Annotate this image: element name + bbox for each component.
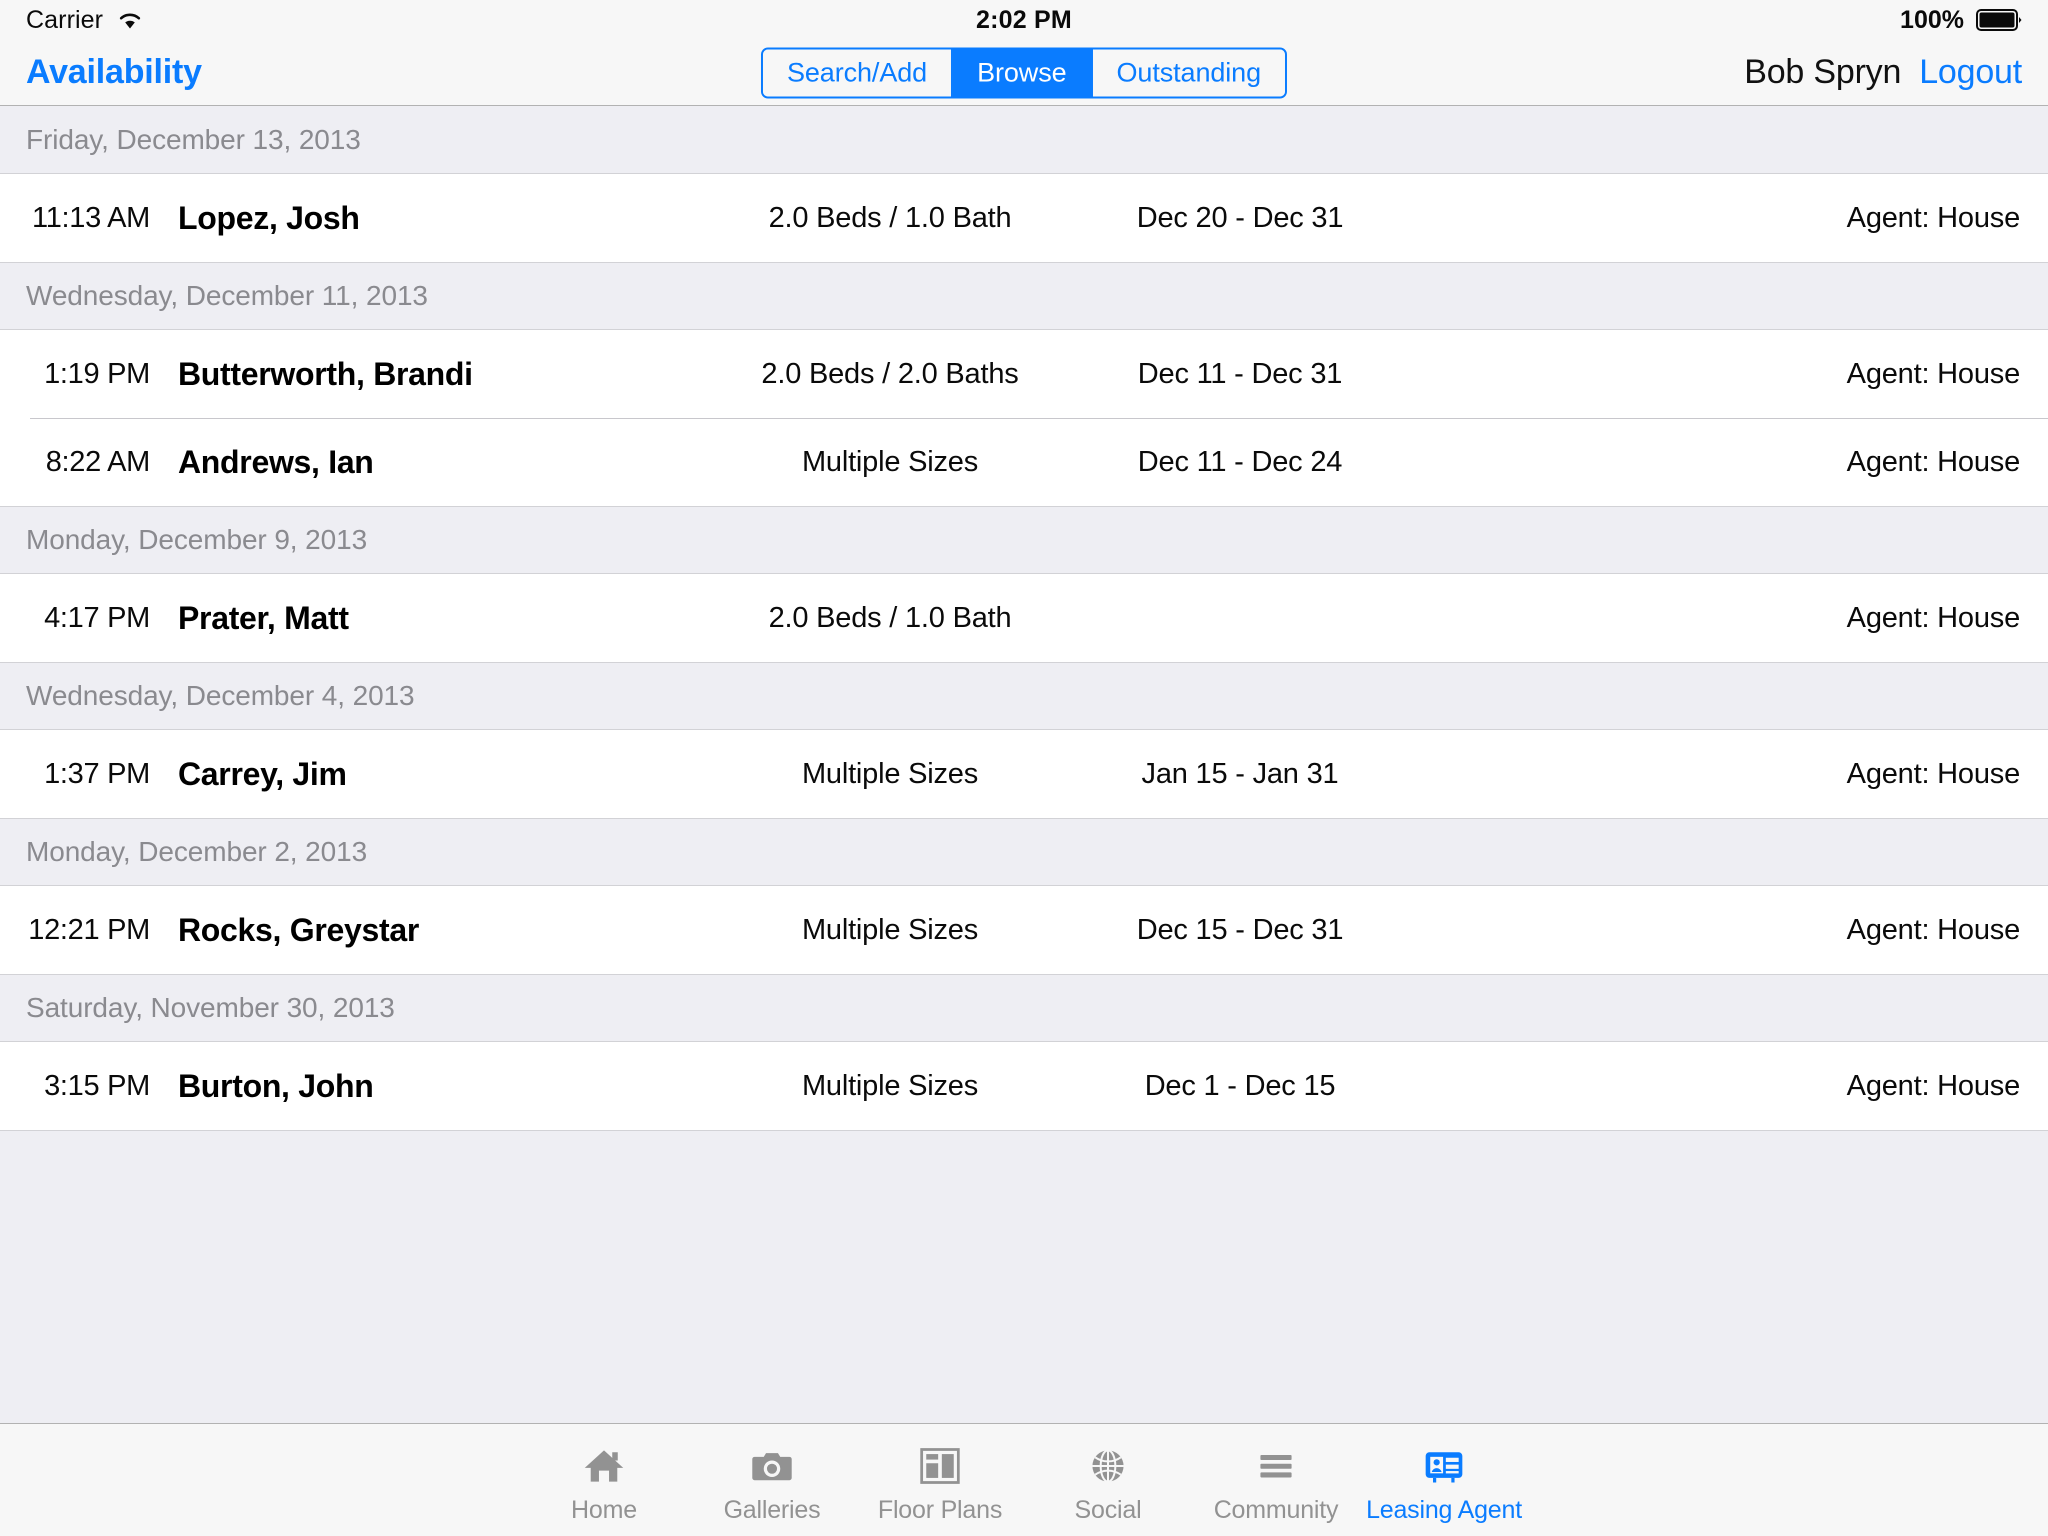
row-time: 3:15 PM <box>44 1069 150 1102</box>
table-row[interactable]: 12:21 PM Rocks, Greystar Multiple Sizes Dec… <box>0 886 2048 974</box>
section-date-label: Wednesday, December 11, 2013 <box>26 280 428 311</box>
tab-label: Floor Plans <box>877 1495 1003 1524</box>
navigation-bar: Availability Search/Add Browse Outstandi… <box>0 40 2048 106</box>
row-guest-name: Carrey, Jim <box>178 755 347 792</box>
tab-social[interactable]: Social <box>1024 1424 1192 1536</box>
list-section-header: Monday, December 2, 2013 <box>0 818 2048 886</box>
list-section-header: Saturday, November 30, 2013 <box>0 974 2048 1042</box>
view-mode-segmented-control[interactable]: Search/Add Browse Outstanding <box>760 47 1288 98</box>
row-agent: Agent: House <box>1846 913 2021 946</box>
status-bar-left: Carrier <box>26 6 144 35</box>
row-guest-name: Lopez, Josh <box>178 199 360 236</box>
wifi-icon <box>116 9 144 31</box>
row-unit-size: 2.0 Beds / 1.0 Bath <box>768 601 1012 634</box>
row-date-range: Jan 15 - Jan 31 <box>1141 757 1339 790</box>
row-guest-name: Burton, John <box>178 1067 374 1104</box>
list-section-rows: 1:19 PM Butterworth, Brandi 2.0 Beds / 2.0… <box>0 330 2048 506</box>
list-section-header: Wednesday, December 11, 2013 <box>0 262 2048 330</box>
status-bar: Carrier 2:02 PM 100% <box>0 0 2048 40</box>
row-time: 12:21 PM <box>28 913 150 946</box>
camera-icon <box>747 1442 797 1490</box>
row-time: 8:22 AM <box>45 445 151 478</box>
status-bar-right: 100% <box>1900 6 2022 35</box>
section-date-label: Monday, December 2, 2013 <box>26 836 368 867</box>
section-date-label: Monday, December 9, 2013 <box>26 524 368 555</box>
tab-label: Home <box>571 1495 637 1524</box>
tab-label: Social <box>1074 1495 1142 1524</box>
home-icon <box>579 1442 629 1490</box>
tab-label: Community <box>1213 1495 1339 1524</box>
list-section-rows: 12:21 PM Rocks, Greystar Multiple Sizes Dec… <box>0 886 2048 974</box>
row-time: 1:19 PM <box>44 357 150 390</box>
tab-leasing-agent[interactable]: Leasing Agent <box>1360 1424 1528 1536</box>
current-user-label: Bob Spryn <box>1744 53 1902 91</box>
row-unit-size: Multiple Sizes <box>801 913 979 946</box>
logout-button[interactable]: Logout <box>1919 53 2022 92</box>
row-date-range: Dec 11 - Dec 31 <box>1137 357 1343 390</box>
battery-full-icon <box>1976 8 2022 32</box>
tab-label: Galleries <box>723 1495 821 1524</box>
row-guest-name: Butterworth, Brandi <box>178 355 473 392</box>
row-unit-size: Multiple Sizes <box>801 445 979 478</box>
page-title: Availability <box>26 53 202 91</box>
app-root: Carrier 2:02 PM 100% Availability Search… <box>0 0 2048 1536</box>
list-section-header: Friday, December 13, 2013 <box>0 106 2048 174</box>
tab-community[interactable]: Community <box>1192 1424 1360 1536</box>
floor-plan-icon <box>915 1442 965 1490</box>
row-date-range: Dec 11 - Dec 24 <box>1137 445 1343 478</box>
row-unit-size: 2.0 Beds / 1.0 Bath <box>768 201 1012 234</box>
list-section-rows: 3:15 PM Burton, John Multiple Sizes Dec 1 -… <box>0 1042 2048 1130</box>
row-guest-name: Rocks, Greystar <box>178 911 419 948</box>
table-row[interactable]: 1:19 PM Butterworth, Brandi 2.0 Beds / 2.0… <box>0 330 2048 418</box>
segment-browse[interactable]: Browse <box>953 49 1093 96</box>
row-time: 1:37 PM <box>44 757 150 790</box>
row-date-range: Dec 1 - Dec 15 <box>1144 1069 1336 1102</box>
row-time: 4:17 PM <box>44 601 150 634</box>
tab-label: Leasing Agent <box>1366 1495 1522 1524</box>
list-section-rows: 1:37 PM Carrey, Jim Multiple Sizes Jan 15 -… <box>0 730 2048 818</box>
list-section-rows: 4:17 PM Prater, Matt 2.0 Beds / 1.0 Bath Ag… <box>0 574 2048 662</box>
row-date-range: Dec 15 - Dec 31 <box>1136 913 1344 946</box>
list-section-rows: 11:13 AM Lopez, Josh 2.0 Beds / 1.0 Bath De… <box>0 174 2048 262</box>
carrier-label: Carrier <box>26 5 104 34</box>
row-date-range: Dec 20 - Dec 31 <box>1136 201 1344 234</box>
id-badge-icon <box>1419 1442 1469 1490</box>
row-agent: Agent: House <box>1846 757 2021 790</box>
tab-galleries[interactable]: Galleries <box>688 1424 856 1536</box>
tab-floor-plans[interactable]: Floor Plans <box>856 1424 1024 1536</box>
list-lines-icon <box>1251 1442 1301 1490</box>
table-row[interactable]: 1:37 PM Carrey, Jim Multiple Sizes Jan 15 -… <box>0 730 2048 818</box>
row-agent: Agent: House <box>1846 357 2021 390</box>
row-agent: Agent: House <box>1846 201 2021 234</box>
segment-search-add[interactable]: Search/Add <box>762 49 954 96</box>
list-section-header: Monday, December 9, 2013 <box>0 506 2048 574</box>
segment-outstanding[interactable]: Outstanding <box>1092 49 1286 96</box>
row-unit-size: Multiple Sizes <box>801 1069 979 1102</box>
row-guest-name: Andrews, Ian <box>178 443 374 480</box>
availability-list[interactable]: Friday, December 13, 2013 11:13 AM Lopez, … <box>0 106 2048 1423</box>
section-date-label: Wednesday, December 4, 2013 <box>26 680 415 711</box>
navigation-bar-right: Bob Spryn Logout <box>1744 53 2022 92</box>
bottom-tab-bar: Home Galleries Floor Plans Social Commun… <box>0 1423 2048 1536</box>
row-agent: Agent: House <box>1846 445 2021 478</box>
list-bottom-spacer <box>0 1130 2048 1171</box>
globe-icon <box>1083 1442 1133 1490</box>
tab-home[interactable]: Home <box>520 1424 688 1536</box>
row-guest-name: Prater, Matt <box>178 599 349 636</box>
battery-percent-label: 100% <box>1900 5 1964 34</box>
section-date-label: Saturday, November 30, 2013 <box>26 992 395 1023</box>
row-unit-size: 2.0 Beds / 2.0 Baths <box>761 357 1019 390</box>
table-row[interactable]: 11:13 AM Lopez, Josh 2.0 Beds / 1.0 Bath De… <box>0 174 2048 262</box>
row-time: 11:13 AM <box>32 201 150 234</box>
table-row[interactable]: 8:22 AM Andrews, Ian Multiple Sizes Dec 11 … <box>0 418 2048 506</box>
status-bar-time: 2:02 PM <box>976 5 1072 34</box>
table-row[interactable]: 3:15 PM Burton, John Multiple Sizes Dec 1 -… <box>0 1042 2048 1130</box>
row-unit-size: Multiple Sizes <box>801 757 979 790</box>
section-date-label: Friday, December 13, 2013 <box>26 123 361 155</box>
table-row[interactable]: 4:17 PM Prater, Matt 2.0 Beds / 1.0 Bath Ag… <box>0 574 2048 662</box>
list-section-header: Wednesday, December 4, 2013 <box>0 662 2048 730</box>
row-agent: Agent: House <box>1846 1069 2021 1102</box>
row-agent: Agent: House <box>1846 601 2021 634</box>
